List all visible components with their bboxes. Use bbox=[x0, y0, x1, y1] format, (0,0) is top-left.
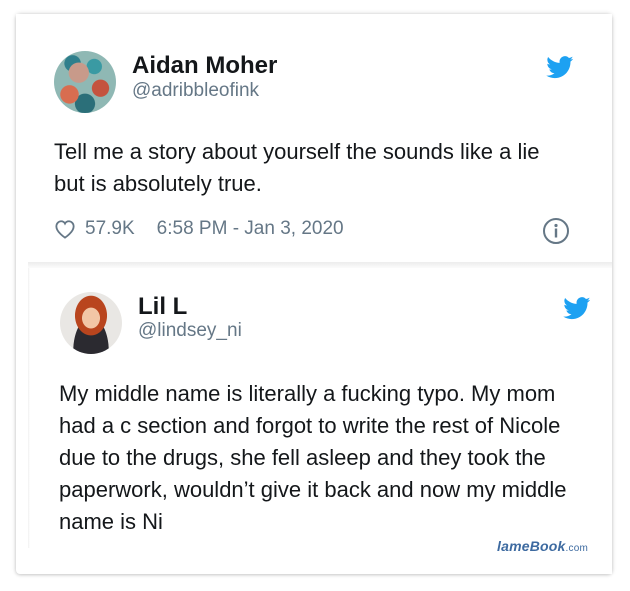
author-handle[interactable]: @adribbleofink bbox=[132, 80, 259, 102]
like-count[interactable]: 57.9K bbox=[85, 218, 135, 240]
reply-text: My middle name is literally a fucking ty… bbox=[59, 381, 567, 534]
author-handle[interactable]: @lindsey_ni bbox=[138, 320, 242, 342]
watermark-tld: .com bbox=[565, 543, 588, 554]
heart-icon[interactable] bbox=[54, 219, 76, 239]
watermark-logo: lameBook.com bbox=[497, 538, 588, 554]
reply-edge bbox=[28, 268, 30, 548]
watermark-brand: lameBook bbox=[497, 538, 566, 554]
avatar[interactable] bbox=[60, 292, 122, 354]
tweet-meta: 57.9K 6:58 PM - Jan 3, 2020 bbox=[54, 214, 344, 244]
timestamp[interactable]: 6:58 PM - Jan 3, 2020 bbox=[157, 218, 344, 240]
info-icon[interactable] bbox=[542, 217, 570, 245]
twitter-bird-icon[interactable] bbox=[563, 297, 591, 320]
author-name[interactable]: Aidan Moher bbox=[132, 52, 277, 80]
tweet-text: Tell me a story about yourself the sound… bbox=[54, 139, 540, 196]
twitter-bird-icon[interactable] bbox=[546, 56, 574, 79]
author-name[interactable]: Lil L bbox=[138, 293, 187, 321]
avatar[interactable] bbox=[54, 51, 116, 113]
